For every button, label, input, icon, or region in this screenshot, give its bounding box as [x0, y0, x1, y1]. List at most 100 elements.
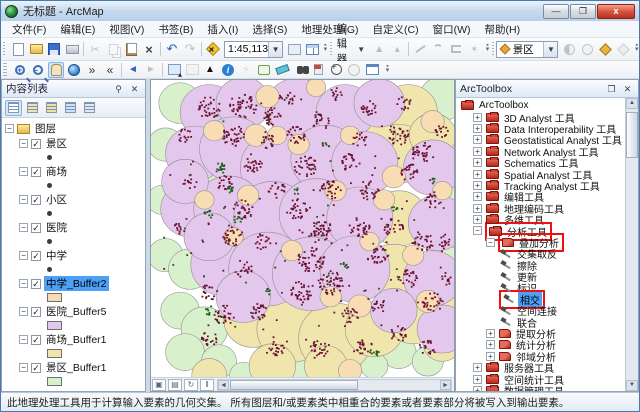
close-icon[interactable]: ✕ [128, 83, 141, 95]
toc-layer-row[interactable]: − ✓ 商场_Buffer1 [5, 332, 145, 347]
collapse-icon[interactable]: − [19, 167, 28, 176]
expand-icon[interactable]: + [473, 146, 482, 156]
toc-layer-row[interactable]: − ✓ 景区_Buffer1 [5, 360, 145, 375]
toc-layer-row[interactable]: − ✓ 医院_Buffer5 [5, 304, 145, 319]
list-by-source-button[interactable] [24, 100, 41, 116]
toolbar-overflow-icon[interactable]: ▪ ▾ [323, 41, 328, 57]
go-to-xy-icon[interactable] [328, 62, 344, 78]
toolbar-grip[interactable] [491, 42, 494, 56]
chevron-down-icon[interactable]: ▼ [543, 41, 558, 57]
menu-item-9[interactable]: 帮助(H) [478, 21, 528, 38]
toc-options-button[interactable] [81, 100, 98, 116]
polygon-symbol-swatch[interactable] [47, 293, 62, 302]
expand-icon[interactable]: + [486, 329, 495, 338]
toolbar-grip[interactable] [329, 42, 332, 56]
validate-topology-icon[interactable] [597, 41, 613, 57]
expand-icon[interactable]: + [473, 135, 482, 145]
expand-icon[interactable]: + [473, 385, 482, 391]
toc-layer-row[interactable]: − ✓ 中学 [5, 248, 145, 263]
html-popup-icon[interactable] [256, 62, 272, 78]
open-icon[interactable] [28, 41, 44, 57]
toolbox-tool-row[interactable]: 空间连接 [458, 305, 625, 318]
new-icon[interactable] [10, 41, 26, 57]
toolbox-tool-row[interactable]: 交集取反 [458, 248, 625, 261]
point-symbol[interactable] [47, 155, 52, 160]
expand-icon[interactable]: + [473, 180, 482, 190]
collapse-icon[interactable]: − [473, 226, 482, 236]
toolbox-node-row[interactable]: + 数据管理工具 [458, 384, 625, 391]
layer-label[interactable]: 中学 [44, 248, 69, 263]
layer-visibility-checkbox[interactable]: ✓ [31, 334, 41, 345]
full-extent-icon[interactable] [66, 62, 82, 78]
map-horizontal-scrollbar[interactable]: ◄ ► [217, 378, 452, 391]
toc-layer-row[interactable]: − ✓ 景区 [5, 136, 145, 151]
maximize-button[interactable]: ❐ [570, 3, 596, 19]
menu-item-2[interactable]: 视图(V) [102, 21, 151, 38]
zoom-in-icon[interactable]: + [12, 62, 28, 78]
layer-label[interactable]: 景区_Buffer1 [44, 360, 109, 375]
attribute-table-icon[interactable] [304, 41, 320, 57]
menu-item-1[interactable]: 编辑(E) [53, 21, 102, 38]
toolbar-overflow-icon[interactable]: ▪ ▾ [634, 41, 639, 57]
menu-item-3[interactable]: 书签(B) [151, 21, 200, 38]
find-route-icon[interactable] [310, 62, 326, 78]
toolbar-grip[interactable] [3, 42, 5, 56]
layer-visibility-checkbox[interactable]: ✓ [31, 138, 41, 149]
toc-layer-row[interactable]: − ✓ 中学_Buffer2 [5, 276, 145, 291]
toolbar-grip[interactable] [3, 62, 7, 77]
close-icon[interactable]: ✕ [621, 83, 634, 95]
polygon-symbol-swatch[interactable] [47, 321, 62, 330]
layer-visibility-checkbox[interactable]: ✓ [31, 278, 41, 289]
identify-icon[interactable] [220, 62, 236, 78]
minimize-button[interactable]: — [543, 3, 569, 19]
collapse-icon[interactable]: − [19, 307, 28, 316]
layer-visibility-checkbox[interactable]: ✓ [31, 306, 41, 317]
float-window-icon[interactable]: ❐ [605, 83, 618, 95]
pin-icon[interactable]: ⚲ [112, 83, 125, 95]
layer-visibility-checkbox[interactable]: ✓ [31, 250, 41, 261]
layer-label[interactable]: 景区 [44, 136, 69, 151]
delete-icon[interactable] [141, 41, 157, 57]
add-data-icon[interactable] [205, 41, 221, 57]
fixed-zoom-in-icon[interactable] [84, 62, 100, 78]
layer-visibility-checkbox[interactable]: ✓ [31, 222, 41, 233]
layer-visibility-checkbox[interactable]: ✓ [31, 166, 41, 177]
expand-icon[interactable]: + [473, 374, 482, 384]
collapse-icon[interactable]: − [19, 251, 28, 260]
point-symbol[interactable] [47, 239, 52, 244]
collapse-icon[interactable]: − [19, 139, 28, 148]
refresh-view-button[interactable]: ↻ [184, 378, 198, 391]
layer-visibility-checkbox[interactable]: ✓ [31, 194, 41, 205]
fixed-zoom-out-icon[interactable] [102, 62, 118, 78]
save-icon[interactable] [46, 41, 62, 57]
zoom-out-icon[interactable]: - [30, 62, 46, 78]
collapse-icon[interactable]: − [19, 363, 28, 372]
menu-item-0[interactable]: 文件(F) [5, 21, 53, 38]
close-button[interactable]: x [597, 3, 635, 19]
expand-icon[interactable]: + [486, 340, 495, 350]
expand-icon[interactable]: + [473, 363, 482, 373]
toc-layer-row[interactable]: − ✓ 小区 [5, 192, 145, 207]
point-symbol[interactable] [47, 211, 52, 216]
collapse-icon[interactable]: − [19, 195, 28, 204]
topology-layer-combo[interactable]: 景区 ▼ [495, 40, 559, 58]
expand-icon[interactable]: + [473, 215, 482, 225]
layer-label[interactable]: 中学_Buffer2 [44, 276, 109, 291]
toolbox-tool-row[interactable]: 更新 [458, 271, 625, 284]
toc-root-label[interactable]: 图层 [33, 121, 58, 136]
list-by-selection-button[interactable] [62, 100, 79, 116]
collapse-icon[interactable]: − [5, 124, 14, 133]
menu-item-5[interactable]: 选择(S) [245, 21, 294, 38]
layer-label[interactable]: 商场 [44, 164, 69, 179]
map-canvas[interactable] [151, 80, 454, 377]
layer-visibility-checkbox[interactable]: ✓ [31, 362, 41, 373]
collapse-icon[interactable]: − [19, 279, 28, 288]
toolbar-overflow-icon[interactable]: ▪ ▾ [485, 41, 490, 57]
scrollbar-thumb[interactable] [626, 112, 638, 158]
map-scale-combo[interactable]: 1:45,113 ▼ [224, 40, 284, 58]
menu-item-4[interactable]: 插入(I) [200, 21, 245, 38]
layer-label[interactable]: 医院_Buffer5 [44, 304, 109, 319]
measure-icon[interactable] [274, 62, 290, 78]
collapse-icon[interactable]: − [19, 335, 28, 344]
expand-icon[interactable]: + [473, 112, 482, 122]
